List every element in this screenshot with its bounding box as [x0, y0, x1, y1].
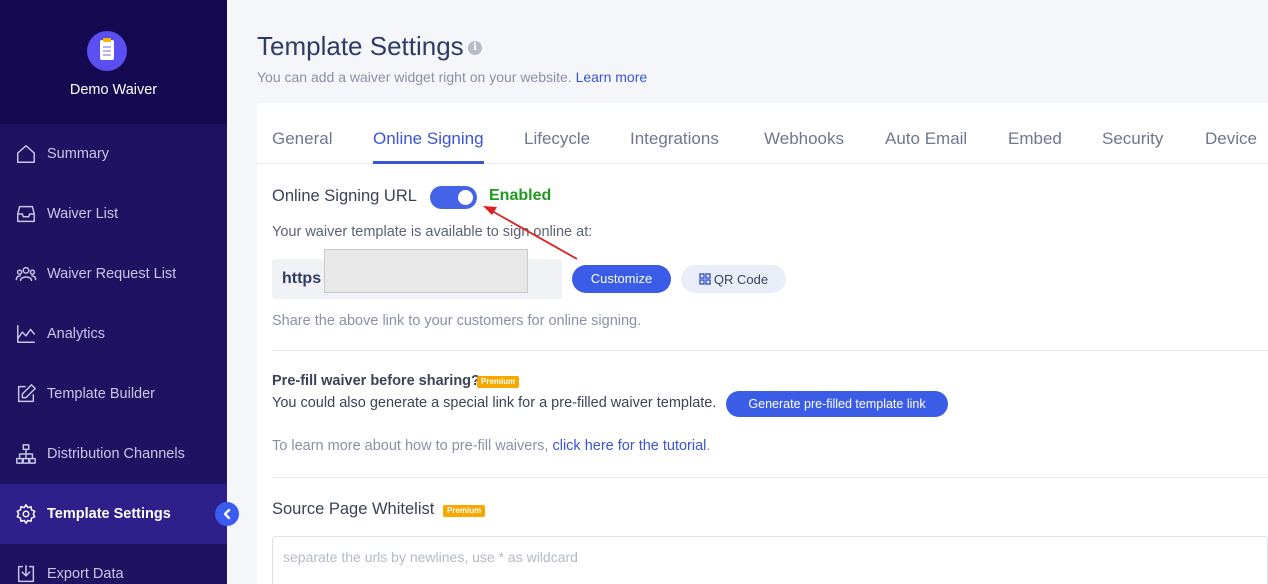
tab-security[interactable]: Security — [1102, 129, 1163, 149]
inbox-icon — [14, 202, 38, 226]
online-signing-url-label: Online Signing URL — [272, 187, 417, 205]
tutorial-link[interactable]: click here for the tutorial — [552, 438, 706, 454]
sidebar-item-label: Template Builder — [47, 386, 155, 402]
qr-code-label: QR Code — [713, 271, 769, 287]
users-icon — [14, 262, 38, 286]
sidebar-item-label: Distribution Channels — [47, 446, 185, 462]
learn-more-link[interactable]: Learn more — [576, 69, 648, 85]
sidebar-item-template-settings[interactable]: Template Settings — [0, 484, 227, 544]
online-signing-status: Enabled — [489, 187, 552, 204]
tab-general[interactable]: General — [272, 129, 332, 149]
tab-online-signing[interactable]: Online Signing — [373, 129, 484, 149]
customize-button[interactable]: Customize — [572, 265, 671, 293]
sidebar-item-summary[interactable]: Summary — [0, 124, 227, 184]
download-icon — [14, 562, 38, 584]
tutorial-suffix: . — [706, 438, 711, 454]
subtitle-text: You can add a waiver widget right on you… — [257, 69, 572, 85]
prefill-title: Pre-fill waiver before sharing? — [272, 373, 480, 389]
brand-name: Demo Waiver — [69, 82, 158, 98]
whitelist-title: Source Page Whitelist — [272, 500, 435, 518]
sidebar-item-template-builder[interactable]: Template Builder — [0, 364, 227, 424]
edit-icon — [14, 382, 38, 406]
sidebar-item-label: Waiver Request List — [47, 266, 177, 282]
settings-card: General Online Signing Lifecycle Integra… — [257, 103, 1268, 584]
sidebar-item-label: Export Data — [47, 566, 124, 582]
page-subtitle: You can add a waiver widget right on you… — [257, 69, 647, 85]
active-tab-indicator — [373, 161, 484, 164]
chart-icon — [14, 322, 38, 346]
online-signing-toggle[interactable] — [430, 186, 477, 209]
section-divider — [272, 350, 1268, 351]
info-icon[interactable]: i — [468, 41, 482, 55]
sidebar: Demo Waiver Summary Waiver List Waiver R… — [0, 0, 227, 584]
qr-code-icon — [699, 273, 711, 285]
tab-integrations[interactable]: Integrations — [630, 129, 719, 149]
sidebar-item-label: Analytics — [47, 326, 106, 342]
home-icon — [14, 142, 38, 166]
tab-device[interactable]: Device — [1205, 129, 1257, 149]
signing-url-box[interactable]: https — [272, 249, 562, 299]
tab-auto-email[interactable]: Auto Email — [885, 129, 967, 149]
whitelist-input[interactable] — [272, 536, 1268, 584]
redacted-url-mask — [324, 249, 528, 293]
page-title: Template Settings — [257, 31, 464, 61]
sidebar-item-waiver-request-list[interactable]: Waiver Request List — [0, 244, 227, 304]
sidebar-item-export-data[interactable]: Export Data — [0, 544, 227, 584]
premium-badge: Premium — [443, 505, 486, 517]
generate-prefilled-link-button[interactable]: Generate pre-filled template link — [726, 391, 948, 417]
prefill-description: You could also generate a special link f… — [272, 395, 717, 411]
sitemap-icon — [14, 442, 38, 466]
available-text: Your waiver template is available to sig… — [272, 224, 593, 240]
brand-header: Demo Waiver — [0, 0, 227, 124]
section-divider — [272, 477, 1268, 478]
sidebar-item-analytics[interactable]: Analytics — [0, 304, 227, 364]
tab-lifecycle[interactable]: Lifecycle — [524, 129, 590, 149]
sidebar-item-label: Summary — [47, 146, 110, 162]
chevron-left-icon — [223, 508, 231, 520]
sidebar-item-label: Template Settings — [47, 506, 171, 522]
settings-tabs: General Online Signing Lifecycle Integra… — [257, 103, 1268, 164]
tab-webhooks[interactable]: Webhooks — [764, 129, 844, 149]
sidebar-item-label: Waiver List — [47, 206, 119, 222]
tutorial-text: To learn more about how to pre-fill waiv… — [272, 438, 710, 454]
signing-url-prefix: https — [282, 270, 322, 287]
premium-badge: Premium — [477, 376, 520, 388]
gear-icon — [14, 502, 38, 526]
clipboard-logo-icon[interactable] — [87, 31, 127, 71]
share-hint: Share the above link to your customers f… — [272, 313, 642, 329]
tab-embed[interactable]: Embed — [1008, 129, 1062, 149]
sidebar-item-distribution-channels[interactable]: Distribution Channels — [0, 424, 227, 484]
collapse-sidebar-button[interactable] — [215, 502, 239, 526]
sidebar-item-waiver-list[interactable]: Waiver List — [0, 184, 227, 244]
tutorial-prefix: To learn more about how to pre-fill waiv… — [272, 438, 549, 454]
qr-code-button[interactable]: QR Code — [681, 265, 786, 293]
